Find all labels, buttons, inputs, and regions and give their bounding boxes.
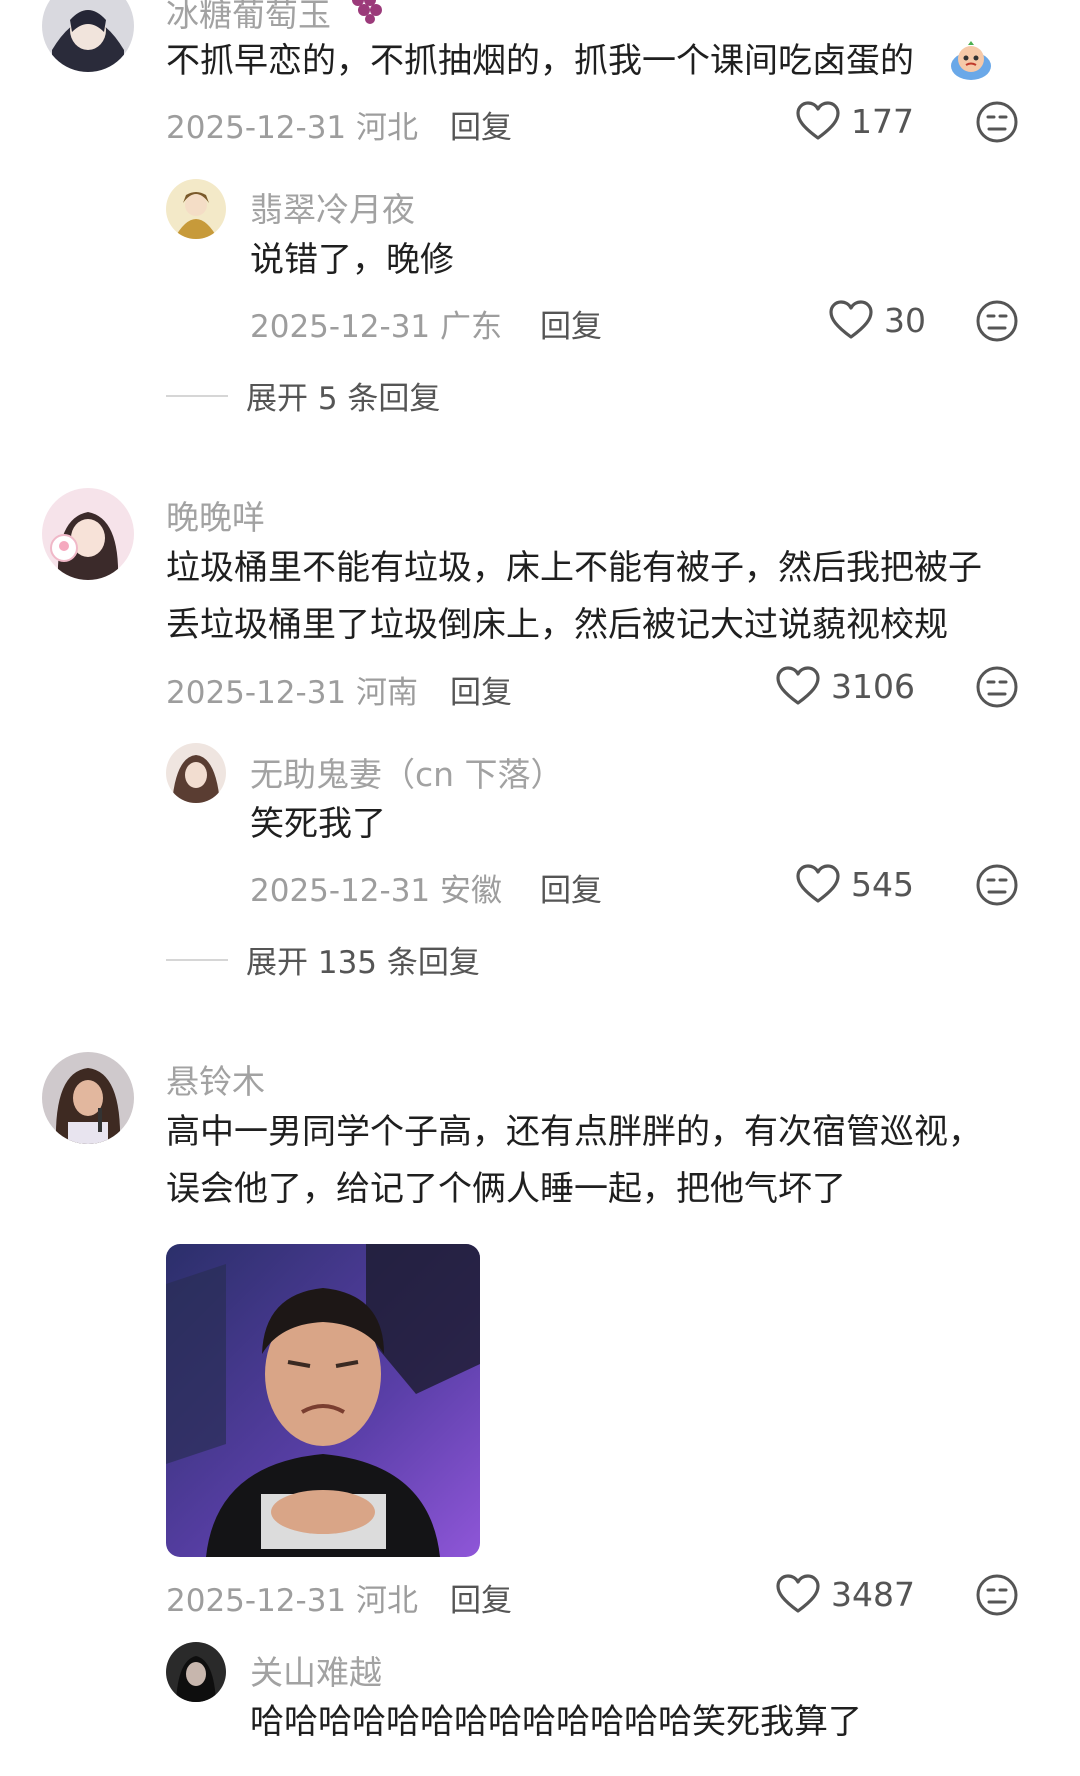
heart-outline-icon xyxy=(829,300,873,339)
comment-date-location: 2025-12-31 河北 xyxy=(166,110,419,146)
like-button[interactable]: 545 xyxy=(795,863,914,905)
reply-button[interactable]: 回复 xyxy=(450,1575,512,1620)
like-count: 177 xyxy=(851,101,914,141)
avatar-user-reply-1[interactable] xyxy=(166,179,226,239)
neutral-face-icon[interactable] xyxy=(975,100,1019,144)
divider xyxy=(166,394,228,397)
avatar-user-1[interactable] xyxy=(42,0,134,72)
username[interactable]: 关山难越 xyxy=(250,1646,382,1694)
reply-date-location: 2025-12-31 安徽 xyxy=(250,873,503,909)
neutral-face-icon[interactable] xyxy=(975,863,1019,907)
expand-replies-button[interactable]: 展开 135 条回复 xyxy=(166,937,480,982)
reply-button[interactable]: 回复 xyxy=(450,667,512,712)
neutral-face-icon[interactable] xyxy=(975,665,1019,709)
avatar-user-reply-2[interactable] xyxy=(166,743,226,803)
avatar-user-reply-3[interactable] xyxy=(166,1642,226,1702)
like-count: 3106 xyxy=(831,666,915,706)
comment-text-line-2: 丢垃圾桶里了垃圾倒床上，然后被记大过说藐视校规 xyxy=(166,605,948,645)
avatar-user-3[interactable] xyxy=(42,1052,134,1144)
like-button[interactable]: 3106 xyxy=(775,665,915,707)
heart-outline-icon xyxy=(776,1574,820,1613)
reply-button[interactable]: 回复 xyxy=(540,865,602,910)
sticker-image[interactable] xyxy=(166,1244,480,1557)
username[interactable]: 晚晚咩 xyxy=(166,491,265,539)
comment-text-line-1: 高中一男同学个子高，还有点胖胖的，有次宿管巡视， xyxy=(166,1112,982,1152)
reply-button[interactable]: 回复 xyxy=(540,301,602,346)
reply-button[interactable]: 回复 xyxy=(450,102,512,147)
like-count: 3487 xyxy=(831,1574,915,1614)
avatar-user-2[interactable] xyxy=(42,488,134,580)
like-button[interactable]: 177 xyxy=(795,100,914,142)
neutral-face-icon[interactable] xyxy=(975,299,1019,343)
comment-text: 不抓早恋的，不抓抽烟的，抓我一个课间吃卤蛋的 xyxy=(166,41,914,81)
comment-text-line-2: 误会他了，给记了个俩人睡一起，把他气坏了 xyxy=(166,1169,846,1209)
neutral-face-icon[interactable] xyxy=(975,1573,1019,1617)
like-count: 30 xyxy=(884,300,926,340)
like-count: 545 xyxy=(851,864,914,904)
grape-emoji-icon xyxy=(348,0,388,24)
comment-date-location: 2025-12-31 河北 xyxy=(166,1583,419,1619)
reply-date-location: 2025-12-31 广东 xyxy=(250,309,503,345)
username[interactable]: 悬铃木 xyxy=(166,1055,265,1103)
heart-outline-icon xyxy=(776,666,820,705)
reply-text: 哈哈哈哈哈哈哈哈哈哈哈哈哈笑死我算了 xyxy=(250,1702,862,1742)
username[interactable]: 冰糖葡萄玉 xyxy=(166,0,331,36)
heart-outline-icon xyxy=(796,864,840,903)
divider xyxy=(166,958,228,961)
expand-replies-label: 展开 5 条回复 xyxy=(246,381,441,417)
comment-text-line-1: 垃圾桶里不能有垃圾，床上不能有被子，然后我把被子 xyxy=(166,548,982,588)
expand-replies-label: 展开 135 条回复 xyxy=(246,945,480,981)
username[interactable]: 无助鬼妻（cn 下落） xyxy=(250,748,564,796)
reply-text: 说错了，晚修 xyxy=(250,240,454,280)
expand-replies-button[interactable]: 展开 5 条回复 xyxy=(166,373,440,418)
comment-date-location: 2025-12-31 河南 xyxy=(166,675,419,711)
like-button[interactable]: 30 xyxy=(828,299,926,341)
like-button[interactable]: 3487 xyxy=(775,1573,915,1615)
reply-text: 笑死我了 xyxy=(250,804,386,844)
heart-outline-icon xyxy=(796,101,840,140)
crying-emoji-icon xyxy=(948,40,994,82)
username[interactable]: 翡翠冷月夜 xyxy=(250,183,415,231)
